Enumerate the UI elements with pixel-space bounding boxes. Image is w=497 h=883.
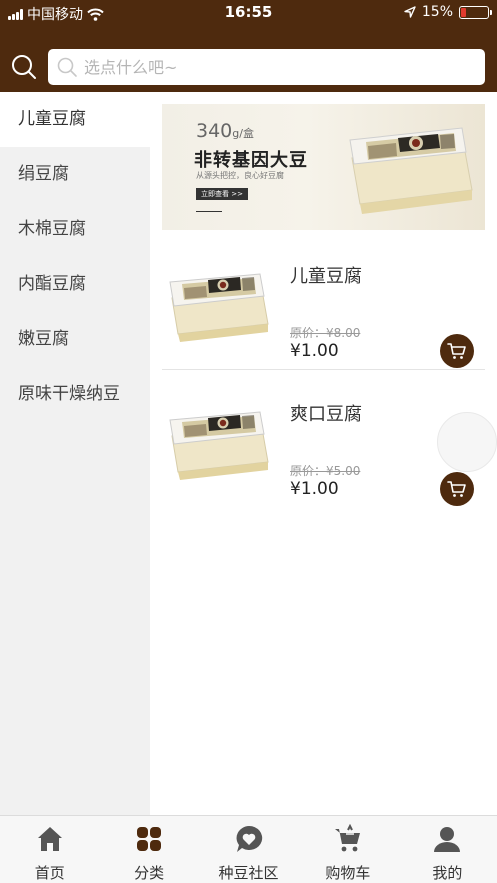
promo-banner[interactable]: 340g/盒 非转基因大豆 从源头把控，良心好豆腐 立即查看 >>: [162, 104, 485, 230]
banner-weight: 340g/盒: [196, 120, 254, 142]
product-original-price: 原价：¥5.00: [290, 464, 361, 478]
tofu-package-image: [349, 127, 473, 214]
status-bar: 中国移动 16:55 15%: [0, 0, 497, 26]
tab-cart[interactable]: 购物车: [298, 816, 397, 883]
home-icon: [37, 827, 62, 851]
category-item-lactone-tofu[interactable]: 内酯豆腐: [0, 257, 150, 312]
product-divider: [162, 369, 485, 370]
tab-community[interactable]: 种豆社区: [199, 816, 298, 883]
tab-profile[interactable]: 我的: [398, 816, 497, 883]
tab-label: 分类: [134, 864, 165, 882]
cart-icon: [447, 343, 466, 359]
search-icon[interactable]: [8, 51, 40, 83]
category-item-cotton-tofu[interactable]: 木棉豆腐: [0, 202, 150, 257]
tab-home[interactable]: 首页: [0, 816, 99, 883]
category-item-dried-natto[interactable]: 原味干燥纳豆: [0, 367, 150, 422]
product-image: [169, 411, 269, 480]
banner-divider: [196, 211, 222, 212]
app-root: 中国移动 16:55 15% 选点什么吧~ 儿童豆腐 绢豆腐 木棉豆腐 内酯豆腐…: [0, 0, 497, 883]
product-image: [169, 273, 269, 342]
search-input[interactable]: [84, 57, 464, 77]
category-item-children-tofu[interactable]: 儿童豆腐: [0, 92, 150, 147]
banner-subtitle: 从源头把控，良心好豆腐: [196, 171, 284, 180]
tab-label: 购物车: [325, 864, 371, 882]
product-card[interactable]: 爽口豆腐 原价：¥5.00 ¥1.00: [162, 388, 485, 508]
product-name: 爽口豆腐: [290, 404, 362, 425]
battery-percent: 15%: [421, 4, 453, 20]
tab-category[interactable]: 分类: [99, 816, 198, 883]
bottom-tab-bar: 首页 分类 种豆社区 购物车 我的: [0, 815, 497, 883]
search-input-icon: [57, 57, 77, 77]
header: 中国移动 16:55 15%: [0, 0, 497, 92]
category-icon: [137, 827, 162, 851]
cart-icon: [334, 824, 360, 852]
tab-label: 首页: [34, 864, 65, 882]
product-card[interactable]: 儿童豆腐 原价：¥8.00 ¥1.00: [162, 250, 485, 370]
location-arrow-icon: [404, 6, 416, 18]
category-item-soft-tofu[interactable]: 嫩豆腐: [0, 312, 150, 367]
battery-icon: [459, 5, 492, 19]
status-right: 15%: [404, 4, 492, 20]
product-panel: 340g/盒 非转基因大豆 从源头把控，良心好豆腐 立即查看 >> 儿童豆腐 原…: [150, 92, 497, 815]
product-price: ¥1.00: [290, 341, 339, 361]
search-row: [0, 48, 497, 86]
banner-view-button[interactable]: 立即查看 >>: [196, 188, 248, 200]
add-to-cart-button[interactable]: [440, 472, 474, 506]
search-bar[interactable]: [48, 49, 485, 85]
community-icon: [236, 825, 262, 852]
product-original-price: 原价：¥8.00: [290, 326, 361, 340]
category-item-silken-tofu[interactable]: 绢豆腐: [0, 147, 150, 202]
banner-title: 非转基因大豆: [194, 150, 308, 171]
cart-icon: [447, 481, 466, 497]
product-name: 儿童豆腐: [290, 266, 362, 287]
add-to-cart-button[interactable]: [440, 334, 474, 368]
tab-label: 我的: [432, 864, 463, 882]
floating-assistive-button[interactable]: [437, 412, 497, 472]
profile-icon: [434, 827, 461, 852]
product-price: ¥1.00: [290, 479, 339, 499]
tab-label: 种豆社区: [218, 864, 279, 882]
category-sidebar: 儿童豆腐 绢豆腐 木棉豆腐 内酯豆腐 嫩豆腐 原味干燥纳豆: [0, 92, 150, 815]
